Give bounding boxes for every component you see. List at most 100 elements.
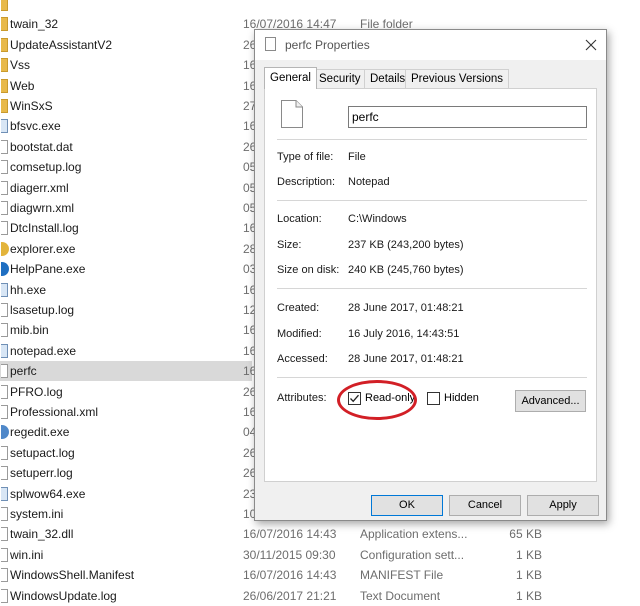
readonly-checkbox-box[interactable] bbox=[348, 392, 361, 405]
attributes-label: Attributes: bbox=[277, 392, 327, 404]
file-row[interactable]: WindowsUpdate.log 26/06/2017 21:21 Text Do… bbox=[0, 586, 640, 606]
filename-field[interactable] bbox=[348, 106, 587, 128]
file-type: Configuration sett... bbox=[360, 547, 465, 562]
file-name: hh.exe bbox=[10, 282, 47, 297]
file-size: 1 KB bbox=[515, 547, 542, 562]
file-icon bbox=[1, 201, 8, 215]
file-type: Application extens... bbox=[360, 527, 468, 542]
size-on-disk-label: Size on disk: bbox=[277, 264, 340, 276]
file-row[interactable]: win.ini 30/11/2015 09:30 Configuration set… bbox=[0, 545, 640, 565]
file-name: splwow64.exe bbox=[10, 486, 86, 501]
file-name: Web bbox=[10, 78, 35, 93]
ok-button[interactable]: OK bbox=[371, 495, 443, 516]
description-label: Description: bbox=[277, 176, 336, 188]
tab-previous-versions[interactable]: Previous Versions bbox=[405, 69, 510, 88]
file-name: WindowsShell.Manifest bbox=[10, 568, 135, 583]
file-name: twain_32 bbox=[10, 17, 59, 32]
created-label: Created: bbox=[277, 302, 320, 314]
size-on-disk-value: 240 KB (245,760 bytes) bbox=[348, 264, 464, 276]
file-name: notepad.exe bbox=[10, 343, 77, 358]
file-icon bbox=[1, 384, 8, 399]
file-name: system.ini bbox=[10, 507, 64, 521]
document-icon bbox=[265, 37, 276, 51]
file-icon bbox=[1, 323, 8, 338]
size-label: Size: bbox=[277, 239, 302, 251]
file-icon bbox=[1, 139, 8, 154]
file-size: 1 KB bbox=[515, 588, 542, 603]
file-name: PFRO.log bbox=[10, 384, 63, 399]
file-icon bbox=[1, 547, 8, 562]
file-name: diagwrn.xml bbox=[10, 201, 75, 215]
location-label: Location: bbox=[277, 213, 322, 225]
file-name: twain_32.dll bbox=[10, 527, 74, 542]
file-name: Professional.xml bbox=[10, 405, 99, 419]
cancel-button[interactable]: Cancel bbox=[449, 495, 521, 516]
help-icon bbox=[1, 262, 9, 277]
created-value: 28 June 2017, 01:48:21 bbox=[348, 302, 464, 314]
accessed-label: Accessed: bbox=[277, 353, 328, 365]
file-icon bbox=[1, 466, 8, 481]
exe-icon bbox=[1, 119, 8, 134]
regedit-icon bbox=[1, 425, 9, 440]
file-icon bbox=[1, 445, 8, 460]
file-icon bbox=[1, 180, 8, 195]
readonly-label: Read-only bbox=[365, 392, 416, 404]
file-icon bbox=[1, 221, 8, 236]
close-icon bbox=[585, 39, 597, 51]
exe-icon bbox=[1, 343, 8, 358]
file-icon bbox=[1, 364, 8, 379]
file-type: MANIFEST File bbox=[360, 568, 444, 583]
divider bbox=[277, 288, 587, 289]
properties-dialog: perfc Properties General Security Detail… bbox=[254, 29, 607, 521]
folder-icon bbox=[1, 78, 8, 93]
selection-highlight bbox=[0, 361, 252, 382]
modified-label: Modified: bbox=[277, 328, 322, 340]
file-date: 26/06/2017 21:21 bbox=[243, 588, 337, 603]
apply-button[interactable]: Apply bbox=[527, 495, 599, 516]
file-name: WinSxS bbox=[10, 99, 53, 113]
file-name: bootstat.dat bbox=[10, 139, 73, 154]
file-name: UpdateAssistantV2 bbox=[10, 37, 113, 52]
file-icon bbox=[1, 507, 8, 521]
file-size: 1 KB bbox=[515, 568, 542, 583]
file-row[interactable]: WindowsShell.Manifest 16/07/2016 14:43 MAN… bbox=[0, 565, 640, 585]
description-value: Notepad bbox=[348, 176, 390, 188]
folder-icon bbox=[1, 0, 8, 11]
file-icon bbox=[1, 527, 8, 542]
file-type: Text Document bbox=[360, 588, 441, 603]
file-date: 30/11/2015 09:30 bbox=[243, 547, 336, 562]
folder-icon bbox=[1, 17, 8, 32]
file-icon bbox=[1, 405, 8, 419]
tab-security[interactable]: Security bbox=[313, 69, 367, 88]
folder-icon bbox=[1, 37, 8, 52]
file-name: win.ini bbox=[10, 547, 44, 562]
file-name: regedit.exe bbox=[10, 425, 70, 440]
file-name: DtcInstall.log bbox=[10, 221, 79, 236]
explorer-icon bbox=[1, 241, 9, 256]
hidden-checkbox-box[interactable] bbox=[427, 392, 440, 405]
checkmark-icon bbox=[350, 394, 359, 403]
location-value: C:\Windows bbox=[348, 213, 407, 225]
file-name: setuperr.log bbox=[10, 466, 73, 481]
exe-icon bbox=[1, 282, 8, 297]
file-icon bbox=[1, 588, 8, 603]
title-bar[interactable]: perfc Properties bbox=[255, 30, 606, 60]
close-button[interactable] bbox=[576, 30, 606, 60]
folder-icon bbox=[1, 99, 8, 113]
advanced-button[interactable]: Advanced... bbox=[515, 390, 586, 412]
tab-general[interactable]: General bbox=[264, 67, 317, 89]
file-icon bbox=[1, 568, 8, 583]
accessed-value: 28 June 2017, 01:48:21 bbox=[348, 353, 464, 365]
file-name: lsasetup.log bbox=[10, 303, 75, 317]
dialog-title: perfc Properties bbox=[285, 38, 370, 52]
file-name: bfsvc.exe bbox=[10, 119, 61, 134]
file-icon bbox=[281, 100, 303, 128]
divider bbox=[277, 200, 587, 201]
file-row[interactable] bbox=[0, 0, 640, 14]
size-value: 237 KB (243,200 bytes) bbox=[348, 239, 464, 251]
file-name: comsetup.log bbox=[10, 160, 82, 175]
type-label: Type of file: bbox=[277, 151, 334, 163]
file-row[interactable]: twain_32.dll 16/07/2016 14:43 Application … bbox=[0, 524, 640, 544]
divider bbox=[277, 139, 587, 140]
file-name: perfc bbox=[10, 364, 37, 379]
